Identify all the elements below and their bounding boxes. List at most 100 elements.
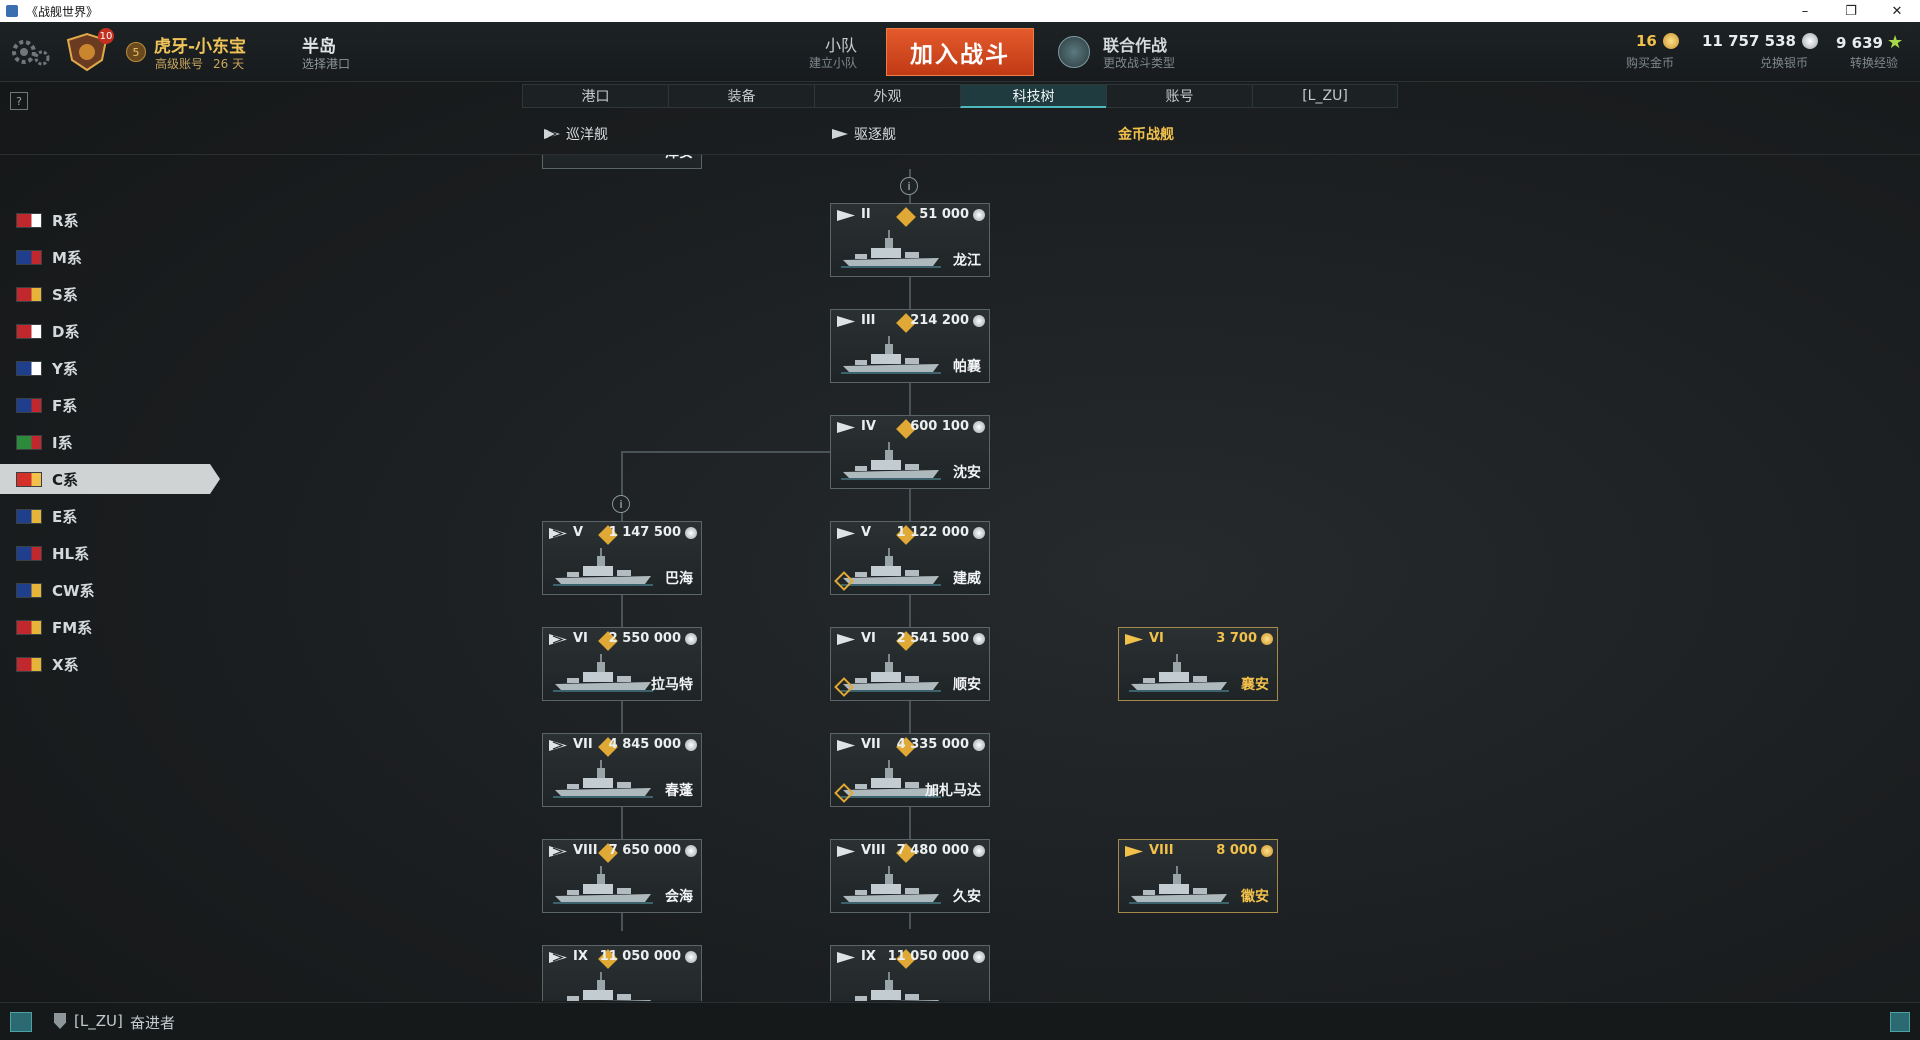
battle-type-icon[interactable] <box>1058 36 1090 68</box>
level-icon: 5 <box>126 42 146 62</box>
ship-price: 7 480 000 <box>896 843 969 858</box>
battle-type-selector[interactable]: 联合作战 <box>1103 32 1167 56</box>
ship-card[interactable]: III 214 200 帕襄 <box>830 309 990 383</box>
player-name[interactable]: 虎牙-小东宝 <box>154 32 246 57</box>
ship-price: 8 000 <box>1216 843 1257 858</box>
ship-card[interactable]: VI 3 700 襄安 <box>1118 627 1278 701</box>
ship-card[interactable]: V 1 122 000 建威 <box>830 521 990 595</box>
notification-bell-icon[interactable] <box>1890 1012 1910 1032</box>
chat-icon[interactable] <box>10 1012 32 1032</box>
rank-badge: 10 <box>98 28 114 44</box>
ship-tier: IX <box>861 949 876 964</box>
ship-tier: IV <box>861 419 876 434</box>
destroyer-class-icon <box>837 316 855 327</box>
window-title: 《战舰世界》 <box>26 4 99 19</box>
cruiser-class-icon <box>549 740 567 751</box>
info-icon[interactable]: i <box>612 495 630 513</box>
destroyer-class-icon <box>837 740 855 751</box>
squad-button[interactable]: 小队 <box>790 32 857 56</box>
ship-tier: VIII <box>1149 843 1174 858</box>
main-tabs: 港口 装备 外观 科技树 账号 [L_ZU] <box>522 84 1398 108</box>
tab-equipment[interactable]: 装备 <box>668 84 814 108</box>
credit-icon <box>973 845 985 857</box>
ship-card[interactable]: II 51 000 龙江 <box>830 203 990 277</box>
account-days: 26 天 <box>213 57 245 71</box>
ship-card[interactable]: VIII 7 650 000 会海 <box>542 839 702 913</box>
ship-price: 4 335 000 <box>896 737 969 752</box>
ship-silhouette-icon <box>841 548 941 586</box>
ship-silhouette-icon <box>841 336 941 374</box>
top-bar: 10 5 虎牙-小东宝 高级账号 26 天 半岛 选择港口 小队 建立小队 加入… <box>0 22 1920 82</box>
filter-destroyers[interactable]: 驱逐舰 <box>832 124 896 144</box>
doubloon-icon <box>1662 33 1679 49</box>
destroyer-class-icon <box>837 952 855 963</box>
cruiser-class-icon <box>549 846 567 857</box>
ship-card-partial[interactable]: 泽安 <box>542 155 702 169</box>
close-button[interactable]: ✕ <box>1874 0 1920 22</box>
ship-price: 7 650 000 <box>608 843 681 858</box>
filter-cruisers[interactable]: 巡洋舰 <box>544 124 608 144</box>
ship-card[interactable]: IX 11 050 000 <box>542 945 702 1001</box>
ship-card[interactable]: IV 600 100 沈安 <box>830 415 990 489</box>
ship-silhouette-icon <box>1129 654 1229 692</box>
ship-tier: IX <box>573 949 588 964</box>
ship-price: 11 050 000 <box>599 949 681 964</box>
ship-name: 沈安 <box>953 465 981 481</box>
credits-display[interactable]: 11 757 538 <box>1702 32 1818 50</box>
doubloon-icon <box>1261 845 1273 857</box>
ship-card[interactable]: VIII 8 000 徽安 <box>1118 839 1278 913</box>
ship-silhouette-icon <box>841 442 941 480</box>
credit-icon <box>973 739 985 751</box>
ship-name: 拉马特 <box>651 677 693 693</box>
ship-silhouette-icon <box>1129 866 1229 904</box>
bottom-bar: [L_ZU] 奋进者 <box>0 1002 1920 1040</box>
free-xp-display[interactable]: 9 639 ★ <box>1836 32 1903 53</box>
tab-port[interactable]: 港口 <box>522 84 668 108</box>
destroyer-class-icon <box>837 846 855 857</box>
doubloons-display[interactable]: 16 <box>1636 32 1679 50</box>
ship-tier: II <box>861 207 871 222</box>
tab-tech-tree[interactable]: 科技树 <box>960 84 1106 108</box>
ship-silhouette-icon <box>841 654 941 692</box>
ship-card[interactable]: VIII 7 480 000 久安 <box>830 839 990 913</box>
tab-account[interactable]: 账号 <box>1106 84 1252 108</box>
restore-button[interactable]: ❐ <box>1828 0 1874 22</box>
ship-silhouette-icon <box>567 972 651 1001</box>
help-button[interactable]: ? <box>10 92 28 110</box>
ship-card[interactable]: IX 11 050 000 <box>830 945 990 1001</box>
ship-name: 春蓬 <box>665 783 693 799</box>
minimize-button[interactable]: – <box>1782 0 1828 22</box>
tab-exterior[interactable]: 外观 <box>814 84 960 108</box>
clan-name[interactable]: 奋进者 <box>130 1012 175 1033</box>
ship-name: 会海 <box>665 889 693 905</box>
ship-card[interactable]: V 1 147 500 巴海 <box>542 521 702 595</box>
ship-tier: V <box>573 525 584 540</box>
ship-name: 巴海 <box>665 571 693 587</box>
ship-card[interactable]: VI 2 541 500 顺安 <box>830 627 990 701</box>
settings-gear-icon[interactable] <box>10 36 50 68</box>
tech-tree: 泽安 i i II 51 000 龙江 III 214 200 帕襄 IV 600 100 <box>0 155 1920 1001</box>
ship-silhouette-icon <box>841 230 941 268</box>
port-selector-sub: 选择港口 <box>302 57 351 71</box>
ship-card[interactable]: VII 4 335 000 加札马达 <box>830 733 990 807</box>
ship-silhouette-icon <box>855 972 939 1001</box>
tree-line-branch <box>621 451 831 453</box>
ship-name: 建威 <box>953 571 981 587</box>
cruiser-class-icon <box>549 634 567 645</box>
join-battle-button[interactable]: 加入战斗 <box>886 28 1034 76</box>
info-icon[interactable]: i <box>900 177 918 195</box>
credit-icon <box>973 315 985 327</box>
ship-name: 徽安 <box>1241 889 1269 905</box>
ship-card[interactable]: VII 4 845 000 春蓬 <box>542 733 702 807</box>
ship-card[interactable]: VI 2 550 000 拉马特 <box>542 627 702 701</box>
tab-clan[interactable]: [L_ZU] <box>1252 84 1398 108</box>
filter-premium[interactable]: 金币战舰 <box>1118 124 1174 144</box>
account-type: 高级账号 <box>155 57 204 71</box>
credit-icon <box>973 421 985 433</box>
ship-name: 久安 <box>953 889 981 905</box>
app-icon <box>6 5 18 17</box>
squad-sub: 建立小队 <box>808 56 857 70</box>
port-selector[interactable]: 半岛 <box>302 32 336 57</box>
clan-tag[interactable]: [L_ZU] <box>74 1012 123 1030</box>
ship-price: 1 122 000 <box>896 525 969 540</box>
